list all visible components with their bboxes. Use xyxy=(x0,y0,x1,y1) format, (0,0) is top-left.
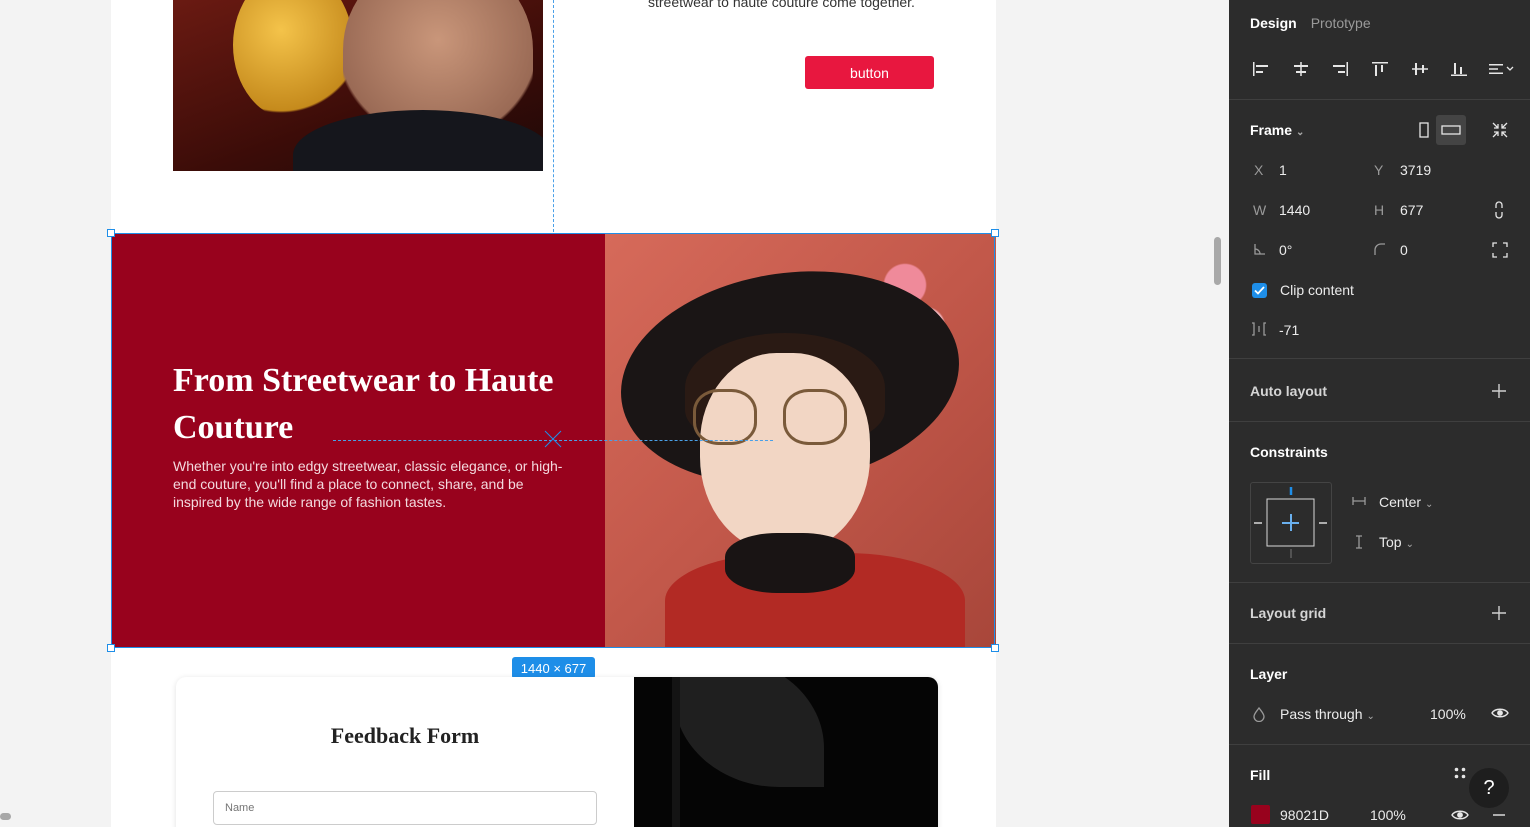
independent-corners-icon[interactable] xyxy=(1490,240,1510,260)
chevron-down-icon: ⌄ xyxy=(1425,499,1434,510)
leaf-shape xyxy=(674,677,824,787)
fill-color-swatch[interactable] xyxy=(1251,805,1270,824)
distribute-icon[interactable] xyxy=(1487,58,1517,80)
align-horizontal-center-icon[interactable] xyxy=(1289,58,1313,80)
radius-input[interactable]: 0 xyxy=(1400,242,1408,258)
constraints-title: Constraints xyxy=(1250,444,1328,460)
add-layout-grid-icon[interactable] xyxy=(1489,603,1509,623)
x-input[interactable]: 1 xyxy=(1279,162,1287,178)
y-label: Y xyxy=(1374,162,1384,178)
constraints-widget[interactable] xyxy=(1250,482,1332,564)
top-portrait-image[interactable] xyxy=(173,0,543,171)
rotation-icon xyxy=(1252,242,1268,258)
panel-tabs: Design Prototype xyxy=(1250,15,1371,31)
align-left-icon[interactable] xyxy=(1249,58,1273,80)
height-input[interactable]: 677 xyxy=(1400,202,1423,218)
vertical-constraint-icon xyxy=(1353,534,1367,550)
fill-title: Fill xyxy=(1250,767,1271,783)
width-input[interactable]: 1440 xyxy=(1279,202,1310,218)
spacing-input[interactable]: -71 xyxy=(1279,322,1299,338)
glasses-left-shape xyxy=(693,389,757,445)
size-badge: 1440 × 677 xyxy=(512,657,595,679)
glasses-right-shape xyxy=(783,389,847,445)
y-input[interactable]: 3719 xyxy=(1400,162,1431,178)
align-vertical-center-icon[interactable] xyxy=(1408,58,1432,80)
horizontal-constraint-value: Center xyxy=(1379,494,1422,510)
horizontal-constraint-icon xyxy=(1351,494,1369,510)
alignment-toolbar xyxy=(1249,58,1517,80)
align-bottom-icon[interactable] xyxy=(1447,58,1471,80)
vertical-constraint-select[interactable]: Top ⌄ xyxy=(1379,534,1414,550)
corner-radius-icon xyxy=(1372,242,1388,258)
resize-handle-bottom-left[interactable] xyxy=(107,644,115,652)
blend-mode-select[interactable]: Pass through ⌄ xyxy=(1280,706,1375,722)
eye-icon[interactable] xyxy=(1450,807,1470,823)
divider xyxy=(1229,99,1530,100)
horizontal-scrollbar[interactable] xyxy=(0,813,11,820)
h-label: H xyxy=(1374,202,1385,218)
resize-handle-top-left[interactable] xyxy=(107,229,115,237)
divider xyxy=(1229,744,1530,745)
blend-mode-icon xyxy=(1253,706,1267,723)
design-canvas[interactable]: streetwear to haute couture come togethe… xyxy=(0,0,1229,827)
clip-content-label[interactable]: Clip content xyxy=(1280,282,1354,298)
frame-section-title[interactable]: Frame ⌄ xyxy=(1250,122,1304,138)
vertical-constraint-value: Top xyxy=(1379,534,1402,550)
help-button[interactable]: ? xyxy=(1469,768,1509,808)
feedback-card[interactable]: Feedback Form xyxy=(176,677,938,827)
rotation-input[interactable]: 0° xyxy=(1279,242,1292,258)
center-cross-icon xyxy=(544,430,562,448)
face-shape xyxy=(700,353,870,553)
name-input[interactable] xyxy=(213,791,597,825)
collar-shape xyxy=(725,533,855,593)
chevron-down-icon: ⌄ xyxy=(1366,711,1375,722)
align-top-icon[interactable] xyxy=(1368,58,1392,80)
blend-mode-value: Pass through xyxy=(1280,706,1363,722)
frame-title: Frame xyxy=(1250,122,1293,138)
add-auto-layout-icon[interactable] xyxy=(1489,381,1509,401)
clip-content-checkbox[interactable] xyxy=(1252,283,1267,298)
resize-handle-bottom-right[interactable] xyxy=(991,644,999,652)
x-label: X xyxy=(1254,162,1264,178)
hero-text[interactable]: streetwear to haute couture come togethe… xyxy=(648,0,915,10)
layer-opacity-input[interactable]: 100% xyxy=(1430,706,1466,722)
cta-button[interactable]: button xyxy=(805,56,934,89)
align-right-icon[interactable] xyxy=(1328,58,1352,80)
styles-grid-icon[interactable] xyxy=(1453,766,1469,782)
divider xyxy=(1229,358,1530,359)
remove-fill-icon[interactable] xyxy=(1491,807,1507,823)
chevron-down-icon: ⌄ xyxy=(1296,127,1305,138)
divider xyxy=(1229,643,1530,644)
resize-to-fit-icon[interactable] xyxy=(1489,119,1511,141)
stem-shape xyxy=(672,677,680,827)
tab-prototype[interactable]: Prototype xyxy=(1311,15,1371,31)
feedback-image[interactable] xyxy=(634,677,938,827)
vertical-scrollbar[interactable] xyxy=(1214,237,1221,285)
fill-opacity-input[interactable]: 100% xyxy=(1370,807,1406,823)
spacing-icon xyxy=(1250,322,1270,338)
frame-body-text[interactable]: Whether you're into edgy streetwear, cla… xyxy=(173,457,563,511)
scarf-shape xyxy=(233,0,353,120)
divider xyxy=(1229,582,1530,583)
divider xyxy=(1229,421,1530,422)
feedback-title[interactable]: Feedback Form xyxy=(176,723,634,749)
chevron-down-icon: ⌄ xyxy=(1405,539,1414,550)
properties-panel: Design Prototype Frame ⌄ X 1 Y 3719 W 14… xyxy=(1229,0,1530,827)
vertical-guide-line xyxy=(553,0,554,232)
constrain-proportions-icon[interactable] xyxy=(1491,199,1507,221)
eye-icon[interactable] xyxy=(1490,704,1510,722)
fill-hex-input[interactable]: 98021D xyxy=(1280,807,1329,823)
constraints-diagram xyxy=(1254,487,1327,558)
portrait-orientation-icon[interactable] xyxy=(1412,119,1436,141)
landscape-orientation-icon[interactable] xyxy=(1436,115,1466,145)
layout-grid-title[interactable]: Layout grid xyxy=(1250,605,1326,621)
tab-design[interactable]: Design xyxy=(1250,15,1297,31)
resize-handle-top-right[interactable] xyxy=(991,229,999,237)
auto-layout-title[interactable]: Auto layout xyxy=(1250,383,1327,399)
w-label: W xyxy=(1253,202,1267,218)
layer-title: Layer xyxy=(1250,666,1288,682)
checkmark-icon xyxy=(1254,286,1265,295)
horizontal-constraint-select[interactable]: Center ⌄ xyxy=(1379,494,1433,510)
